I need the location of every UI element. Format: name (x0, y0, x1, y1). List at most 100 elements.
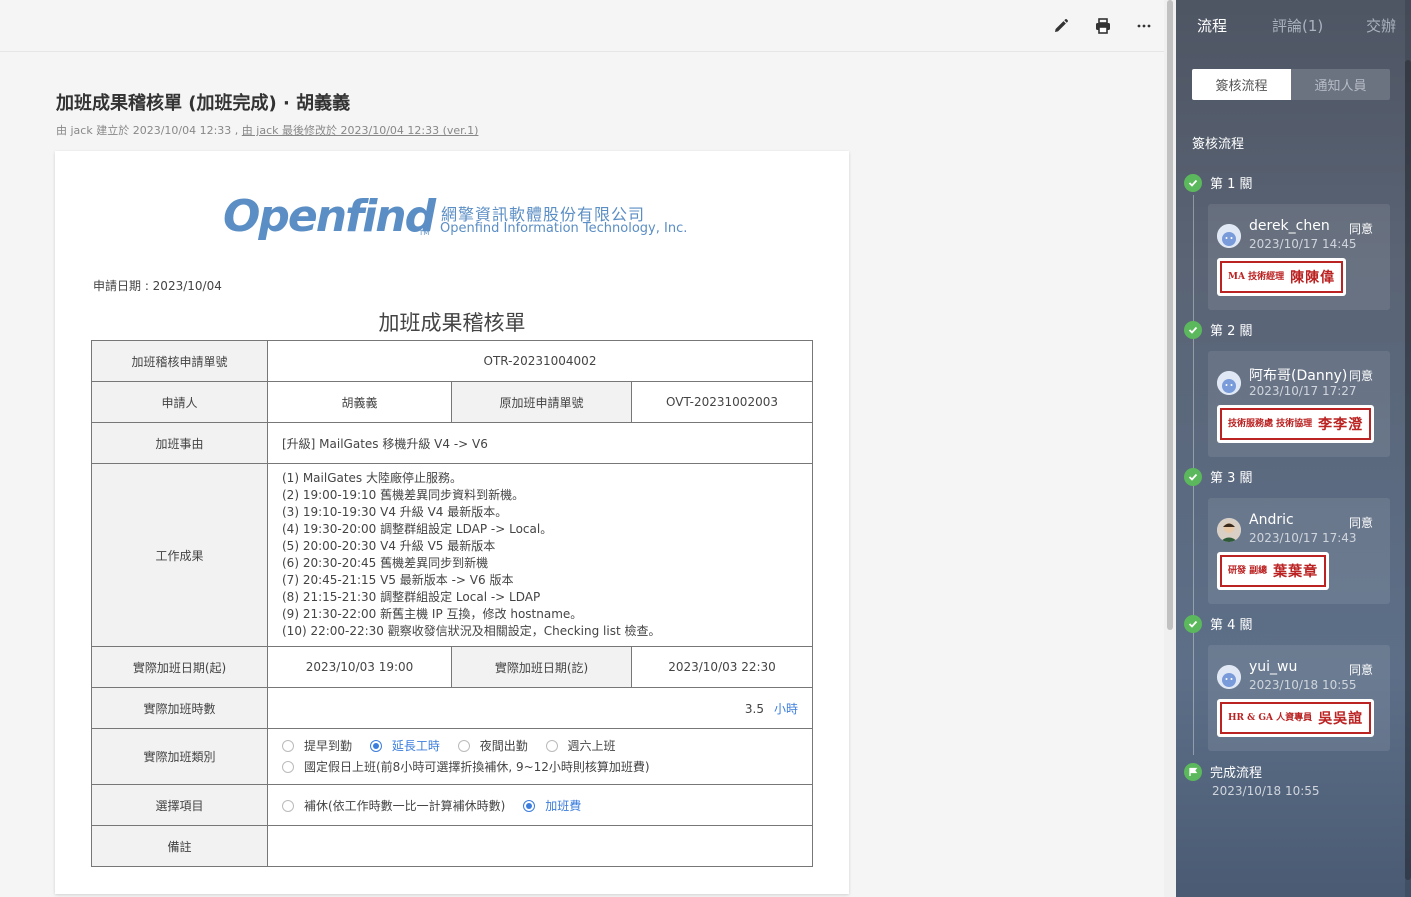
hours-value: 3.5 (744, 701, 764, 716)
flow-segment: 簽核流程 通知人員 (1192, 69, 1390, 100)
form-paper: Openfind TM 網擎資訊軟體股份有限公司 Openfind Inform… (55, 151, 849, 894)
hours-label: 實際加班時數 (91, 687, 268, 729)
check-icon (1184, 173, 1202, 192)
radio-icon (545, 740, 558, 752)
orig-no-value: OVT-20231002003 (631, 381, 813, 423)
result-item: (5) 20:00-20:30 V4 升級 V5 最新版本 (282, 539, 496, 553)
reason-value: [升級] MailGates 移機升級 V4 -> V6 (267, 422, 813, 464)
table-row: 申請人 胡義義 原加班申請單號 OVT-20231002003 (91, 381, 813, 423)
check-icon (1184, 467, 1202, 486)
main-scroll-thumb[interactable] (1167, 0, 1173, 630)
stage-head: 第 3 關 (1184, 467, 1253, 486)
flag-icon (1184, 762, 1202, 781)
check-icon (1184, 320, 1202, 339)
tab-comments[interactable]: 評論(1) (1272, 15, 1323, 36)
side-tabs: 流程 評論(1) 交辦 (1176, 0, 1411, 52)
logo-tm: TM (419, 229, 430, 237)
approver-name: yui_wu (1249, 659, 1298, 675)
approver-card: derek_chen 同意 2023/10/17 14:45 MA 技術經理 陳陳… (1208, 204, 1390, 310)
hours-cell: 3.5 小時 (267, 687, 813, 729)
note-label: 備註 (91, 825, 268, 867)
signature-seal: HR & GA 人資專員 吳吳誼 (1217, 699, 1375, 737)
end-label: 實際加班日期(訖) (451, 646, 632, 688)
form-title: 加班成果稽核單 (378, 311, 526, 335)
stage-head: 第 4 關 (1184, 614, 1253, 633)
choice-options: 補休(依工作時數一比一計算補休時數) 加班費 (267, 784, 813, 826)
stage-head: 第 1 關 (1184, 173, 1253, 192)
approval-time: 2023/10/17 17:43 (1249, 531, 1357, 545)
apply-date: 申請日期 : 2023/10/04 (93, 279, 222, 293)
created-info: 由 jack 建立於 2023/10/04 12:33 , (56, 124, 242, 137)
result-item: (3) 19:10-19:30 V4 升級 V4 最新版本。 (282, 505, 508, 519)
avatar (1217, 518, 1241, 542)
pencil-icon[interactable] (1049, 14, 1073, 38)
modified-link[interactable]: 由 jack 最後修改於 2023/10/04 12:33 (ver.1) (242, 124, 479, 137)
more-icon[interactable] (1132, 14, 1156, 38)
avatar (1217, 371, 1241, 395)
seg-notify-users[interactable]: 通知人員 (1291, 69, 1390, 100)
type-option[interactable]: 國定假日上班(前8小時可選擇折換補休, 9~12小時則核算加班費) (282, 757, 650, 778)
approver-name: 阿布哥(Danny) (1249, 368, 1348, 384)
main-scrollbar[interactable] (1164, 0, 1176, 897)
reason-label: 加班事由 (91, 422, 268, 464)
no-label: 加班稽核申請單號 (91, 340, 268, 382)
type-option[interactable]: 週六上班 (545, 736, 616, 757)
type-option[interactable]: 提早到勤 (282, 736, 352, 757)
hours-unit: 小時 (773, 701, 798, 716)
stage-head: 第 2 關 (1184, 320, 1253, 339)
choice-option[interactable]: 補休(依工作時數一比一計算補休時數) (282, 797, 505, 814)
result-item: (6) 20:30-20:45 舊機差異同步到新機 (282, 556, 489, 570)
section-title: 簽核流程 (1192, 137, 1245, 152)
approver-name: derek_chen (1249, 218, 1330, 234)
no-value: OTR-20231004002 (267, 340, 813, 382)
approval-time: 2023/10/17 17:27 (1249, 384, 1357, 398)
end-value: 2023/10/03 22:30 (631, 646, 813, 688)
radio-icon (457, 740, 470, 752)
approval-time: 2023/10/18 10:55 (1249, 678, 1357, 692)
radio-icon (282, 740, 294, 752)
approval-status: 同意 (1348, 222, 1373, 236)
approver-card: yui_wu 同意 2023/10/18 10:55 HR & GA 人資專員吳… (1208, 645, 1390, 751)
company-name-en: Openfind Information Technology, Inc. (440, 221, 688, 236)
tab-flow[interactable]: 流程 (1197, 15, 1227, 36)
printer-icon[interactable] (1091, 14, 1115, 38)
result-item: (8) 21:15-21:30 調整群組設定 Local -> LDAP (282, 590, 541, 604)
tab-assign[interactable]: 交辦 (1366, 15, 1396, 36)
table-row: 選擇項目 補休(依工作時數一比一計算補休時數) 加班費 (91, 784, 813, 826)
type-option[interactable]: 延長工時 (369, 736, 440, 757)
approval-time: 2023/10/17 14:45 (1249, 237, 1357, 251)
radio-icon (282, 761, 294, 773)
main-panel: 加班成果稽核單 (加班完成) · 胡義義 由 jack 建立於 2023/10/… (0, 0, 1164, 897)
table-row: 加班稽核申請單號 OTR-20231004002 (91, 340, 813, 382)
finish-time: 2023/10/18 10:55 (1212, 784, 1320, 798)
seg-approval-flow[interactable]: 簽核流程 (1192, 69, 1291, 100)
result-item: (9) 21:30-22:00 新舊主機 IP 互換，修改 hostname。 (282, 607, 583, 621)
table-row: 實際加班日期(起) 2023/10/03 19:00 實際加班日期(訖) 202… (91, 646, 813, 688)
approval-status: 同意 (1348, 516, 1373, 530)
approver-card: Andric 同意 2023/10/17 17:43 研發 副總 葉葉章 (1208, 498, 1390, 604)
approver-card: 阿布哥(Danny) 同意 2023/10/17 17:27 技術服務處 技術協… (1208, 351, 1390, 457)
type-option[interactable]: 夜間出勤 (457, 736, 528, 757)
form-table: 加班稽核申請單號 OTR-20231004002 申請人 胡義義 原加班申請單號… (91, 340, 813, 867)
avatar (1217, 224, 1241, 248)
radio-checked-icon (369, 740, 382, 752)
openfind-logo: Openfind TM 網擎資訊軟體股份有限公司 Openfind Inform… (223, 191, 703, 251)
finish-step: 完成流程 (1184, 762, 1262, 781)
side-scroll-thumb[interactable] (1405, 60, 1411, 880)
result-list: (1) MailGates 大陸廠停止服務。 (2) 19:00-19:10 舊… (267, 463, 813, 647)
radio-checked-icon (523, 800, 536, 812)
choice-option[interactable]: 加班費 (523, 797, 581, 814)
side-scrollbar[interactable] (1405, 0, 1411, 897)
logo-wordmark: Openfind (223, 191, 436, 242)
approval-status: 同意 (1348, 369, 1373, 383)
result-item: (1) MailGates 大陸廠停止服務。 (282, 471, 462, 485)
table-row: 加班事由 [升級] MailGates 移機升級 V4 -> V6 (91, 422, 813, 464)
approval-status: 同意 (1348, 663, 1373, 677)
type-options: 提早到勤 延長工時 夜間出勤 週六上班 國定假日上班(前8小時可選擇折換補休, … (267, 728, 813, 785)
result-item: (2) 19:00-19:10 舊機差異同步資料到新機。 (282, 488, 525, 502)
document-meta: 由 jack 建立於 2023/10/04 12:33 , 由 jack 最後修… (56, 122, 478, 138)
result-item: (4) 19:30-20:00 調整群組設定 LDAP -> Local。 (282, 522, 553, 536)
avatar (1217, 665, 1241, 689)
approver-name: Andric (1249, 512, 1294, 528)
signature-seal: 研發 副總 葉葉章 (1217, 552, 1330, 590)
